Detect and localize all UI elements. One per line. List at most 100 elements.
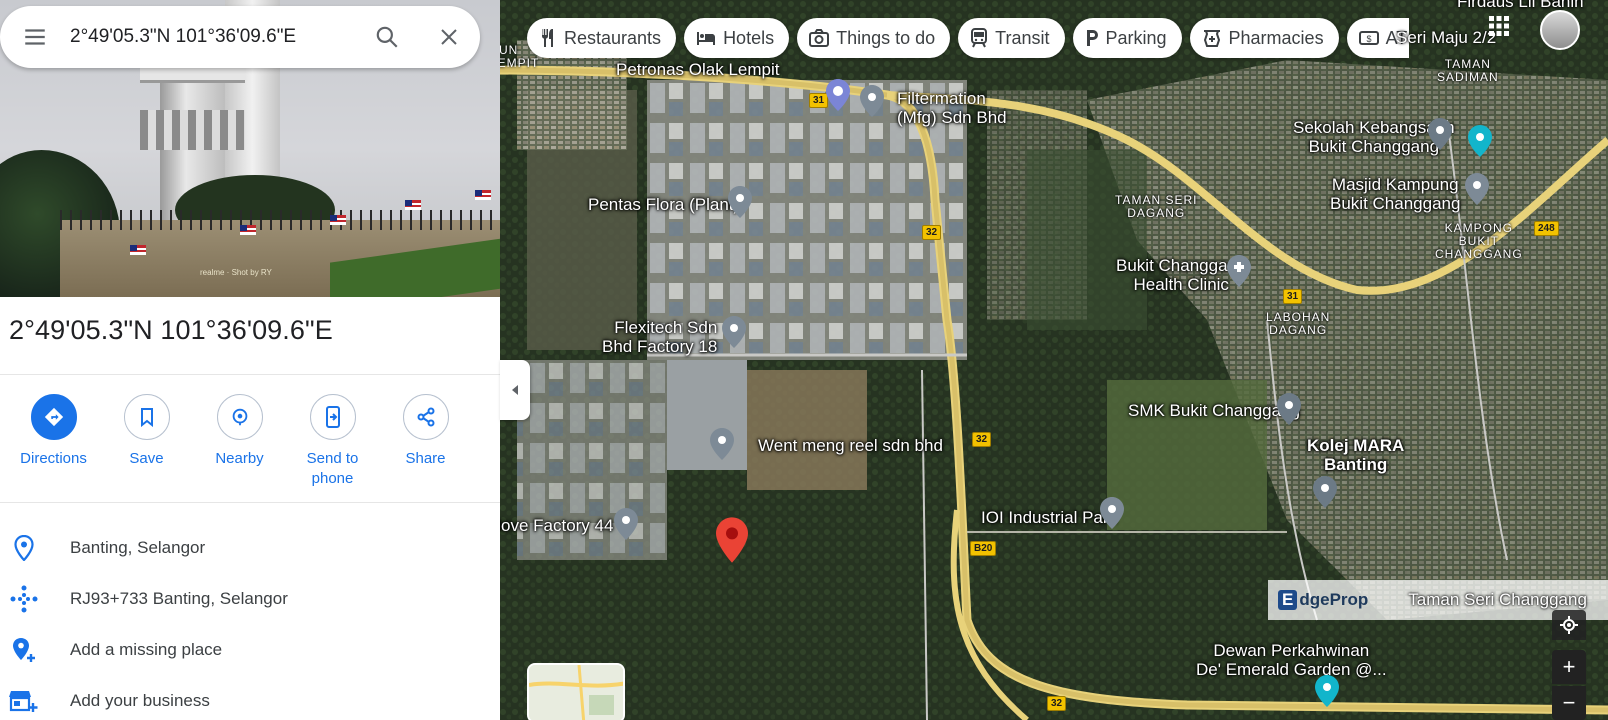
chip-restaurants[interactable]: Restaurants bbox=[527, 18, 677, 58]
address-row[interactable]: Banting, Selangor bbox=[0, 523, 500, 573]
plus-code-icon bbox=[0, 584, 70, 614]
add-missing-place-row[interactable]: Add a missing place bbox=[0, 625, 500, 675]
road-shield: 32 bbox=[1047, 696, 1067, 711]
school-pin-icon[interactable] bbox=[1313, 476, 1337, 508]
zoom-in-button[interactable]: + bbox=[1552, 650, 1586, 684]
place-pin-icon[interactable] bbox=[614, 508, 638, 540]
account-avatar[interactable] bbox=[1540, 10, 1580, 50]
place-title: 2°49'05.3"N 101°36'09.6"E bbox=[9, 315, 333, 345]
place-pin-icon[interactable] bbox=[860, 85, 884, 117]
divider bbox=[0, 374, 500, 375]
edgeprop-name: dgeProp bbox=[1299, 590, 1369, 609]
map-label-filtermation[interactable]: Filtermation (Mfg) Sdn Bhd bbox=[897, 89, 1007, 127]
selected-location-pin-icon[interactable] bbox=[716, 517, 748, 563]
action-label: Save bbox=[129, 450, 164, 467]
search-button[interactable] bbox=[356, 6, 418, 68]
add-place-icon bbox=[0, 636, 70, 664]
directions-icon bbox=[30, 394, 77, 440]
map-label-ioi-industrial-park[interactable]: IOI Industrial Park bbox=[981, 508, 1117, 527]
menu-button[interactable] bbox=[0, 6, 70, 68]
pharmacy-icon bbox=[1202, 29, 1222, 47]
map-label-petronas[interactable]: Petronas Olak Lempit bbox=[616, 60, 779, 79]
clear-search-button[interactable] bbox=[418, 6, 480, 68]
layers-toggle-thumbnail[interactable] bbox=[527, 663, 625, 720]
venue-pin-icon[interactable] bbox=[1315, 675, 1339, 707]
nearby-button[interactable]: Nearby bbox=[193, 394, 286, 489]
share-icon bbox=[402, 394, 449, 440]
school-pin-icon[interactable] bbox=[1277, 393, 1301, 425]
place-pin-icon[interactable] bbox=[722, 316, 746, 348]
chip-things-to-do[interactable]: Things to do bbox=[797, 18, 951, 58]
gas-station-pin-icon[interactable] bbox=[826, 79, 850, 111]
action-label: Share bbox=[405, 450, 446, 467]
road-shield: 248 bbox=[1534, 221, 1559, 236]
school-pin-icon[interactable] bbox=[1428, 118, 1452, 150]
chip-hotels[interactable]: Hotels bbox=[684, 18, 790, 58]
add-business-icon bbox=[0, 688, 70, 714]
search-box bbox=[0, 6, 480, 68]
map-label-taman-seri-dagang: TAMAN SERI DAGANG bbox=[1115, 193, 1198, 220]
road-shield: 32 bbox=[972, 432, 992, 447]
map-label-taman-sadiman: TAMAN SADIMAN bbox=[1437, 57, 1499, 84]
map-label-flexitech[interactable]: Flexitech Sdn Bhd Factory 18 bbox=[602, 318, 717, 356]
send-to-phone-button[interactable]: Send to phone bbox=[286, 394, 379, 489]
road-shield: 32 bbox=[922, 225, 942, 240]
plus-code-row[interactable]: RJ93+733 Banting, Selangor bbox=[0, 574, 500, 624]
atm-icon: $ bbox=[1358, 30, 1379, 46]
directions-button[interactable]: Directions bbox=[7, 394, 100, 489]
chip-transit[interactable]: Transit bbox=[958, 18, 1065, 58]
chip-pharmacies[interactable]: Pharmacies bbox=[1189, 18, 1339, 58]
map-label-dewan[interactable]: Dewan Perkahwinan De' Emerald Garden @..… bbox=[1196, 641, 1387, 679]
action-label: Directions bbox=[20, 450, 87, 467]
place-pin-icon[interactable] bbox=[728, 186, 752, 218]
map-label-glove-factory[interactable]: Glove Factory 44 bbox=[487, 516, 613, 535]
crosshair-icon bbox=[1560, 616, 1578, 634]
map-label-masjid[interactable]: Masjid Kampung Bukit Changgang bbox=[1330, 175, 1460, 213]
chip-label: Transit bbox=[995, 27, 1050, 48]
search-input[interactable] bbox=[70, 17, 356, 57]
add-missing-place-text: Add a missing place bbox=[70, 640, 223, 659]
map-label-smk-bukit-changgang[interactable]: SMK Bukit Changgang bbox=[1128, 401, 1300, 420]
hamburger-menu-icon bbox=[25, 29, 45, 45]
close-icon bbox=[441, 29, 457, 45]
nearby-icon bbox=[216, 394, 263, 440]
map-label-kolej-mara[interactable]: Kolej MARA Banting bbox=[1307, 436, 1404, 474]
map-label-seri-maju[interactable]: Seri Maju 2/2 bbox=[1396, 28, 1496, 48]
share-button[interactable]: Share bbox=[379, 394, 472, 489]
address-text: Banting, Selangor bbox=[70, 538, 206, 557]
google-apps-icon[interactable] bbox=[1487, 14, 1511, 43]
zoom-out-button[interactable]: − bbox=[1552, 686, 1586, 720]
place-details-panel: realme · Shot by RY 2°49'05.3"N 101°36'0… bbox=[0, 0, 500, 720]
edgeprop-logo: E bbox=[1278, 590, 1298, 610]
clinic-pin-icon[interactable] bbox=[1227, 255, 1251, 287]
map-label-went-meng[interactable]: Went meng reel sdn bhd bbox=[758, 436, 943, 455]
map-label-pentas-flora[interactable]: Pentas Flora (Plant) bbox=[588, 195, 739, 214]
chip-label: Pharmacies bbox=[1228, 27, 1324, 48]
mosque-pin-icon[interactable] bbox=[1465, 173, 1489, 205]
restaurant-icon bbox=[539, 28, 557, 48]
chip-label: Hotels bbox=[723, 27, 775, 48]
search-icon bbox=[376, 26, 398, 48]
mosque-pin-icon[interactable] bbox=[1468, 125, 1492, 157]
transit-icon bbox=[970, 28, 988, 48]
place-pin-icon[interactable] bbox=[710, 428, 734, 460]
place-pin-icon[interactable] bbox=[1100, 497, 1124, 529]
caret-left-icon bbox=[512, 385, 518, 395]
road-shield: 31 bbox=[1283, 289, 1303, 304]
parking-icon bbox=[1085, 29, 1099, 47]
save-button[interactable]: Save bbox=[100, 394, 193, 489]
map-label-taman-seri-changgang[interactable]: Taman Seri Changgang bbox=[1408, 590, 1587, 610]
chip-parking[interactable]: Parking bbox=[1072, 18, 1182, 58]
camera-icon bbox=[809, 29, 830, 47]
road-shield: B20 bbox=[970, 541, 997, 556]
divider bbox=[0, 502, 500, 503]
collapse-panel-button[interactable] bbox=[500, 360, 530, 420]
map-label-firdaus[interactable]: Firdaus Lil Banin bbox=[1457, 0, 1584, 11]
my-location-button[interactable] bbox=[1552, 610, 1586, 640]
plus-code-text: RJ93+733 Banting, Selangor bbox=[70, 589, 288, 608]
chip-label: Restaurants bbox=[564, 27, 662, 48]
add-business-row[interactable]: Add your business bbox=[0, 676, 500, 720]
svg-text:$: $ bbox=[1366, 34, 1371, 44]
send-to-phone-icon bbox=[309, 394, 356, 440]
action-label: Send to phone bbox=[306, 450, 359, 487]
